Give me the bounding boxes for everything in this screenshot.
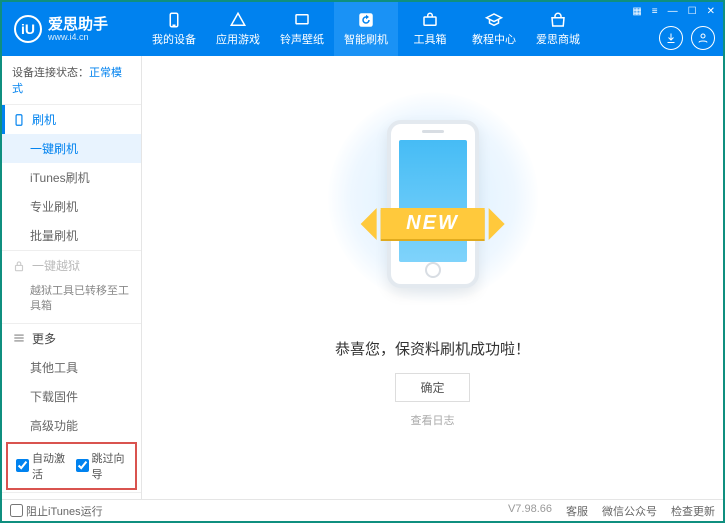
- nav-label: 爱思商城: [536, 31, 580, 47]
- section-jailbreak: 一键越狱: [2, 251, 141, 280]
- nav-label: 教程中心: [472, 31, 516, 47]
- device-status: 设备连接状态：正常模式: [2, 56, 141, 104]
- sidebar-other-tools[interactable]: 其他工具: [2, 353, 141, 382]
- nav-ringtones[interactable]: 铃声壁纸: [270, 2, 334, 56]
- check-skip-guide[interactable]: 跳过向导: [76, 450, 128, 482]
- lock-icon: [12, 259, 26, 273]
- toolbox-icon: [420, 11, 440, 29]
- sidebar-itunes-flash[interactable]: iTunes刷机: [2, 163, 141, 192]
- sidebar: 设备连接状态：正常模式 刷机 一键刷机 iTunes刷机 专业刷机 批量刷机 一…: [2, 56, 142, 499]
- close-icon[interactable]: ✕: [703, 4, 719, 19]
- check-label: 自动激活: [32, 450, 68, 482]
- section-title: 一键越狱: [32, 257, 80, 274]
- header-right: [659, 26, 715, 50]
- skip-guide-checkbox[interactable]: [76, 459, 89, 472]
- footer-bar: 阻止iTunes运行 V7.98.66 客服 微信公众号 检查更新: [2, 499, 723, 521]
- nav-label: 应用游戏: [216, 31, 260, 47]
- jailbreak-note: 越狱工具已转移至工具箱: [2, 280, 141, 323]
- sidebar-one-click-flash[interactable]: 一键刷机: [2, 134, 141, 163]
- download-icon: [665, 32, 677, 44]
- nav-label: 智能刷机: [344, 31, 388, 47]
- sidebar-download-fw[interactable]: 下载固件: [2, 382, 141, 411]
- app-header: iU 爱思助手 www.i4.cn 我的设备 应用游戏 铃声壁纸 智能刷机 工具…: [2, 2, 723, 56]
- maximize-icon[interactable]: ☐: [684, 4, 701, 19]
- update-link[interactable]: 检查更新: [671, 503, 715, 519]
- block-itunes-check[interactable]: 阻止iTunes运行: [10, 503, 103, 519]
- nav-label: 工具箱: [414, 31, 447, 47]
- user-icon: [697, 32, 709, 44]
- nav-label: 铃声壁纸: [280, 31, 324, 47]
- auto-activate-checkbox[interactable]: [16, 459, 29, 472]
- section-flash[interactable]: 刷机: [2, 105, 141, 134]
- wechat-link[interactable]: 微信公众号: [602, 503, 657, 519]
- sidebar-advanced[interactable]: 高级功能: [2, 411, 141, 440]
- new-banner: NEW: [380, 208, 485, 239]
- minimize-icon[interactable]: —: [664, 4, 682, 19]
- option-checks: 自动激活 跳过向导: [6, 442, 137, 490]
- block-itunes-checkbox[interactable]: [10, 504, 23, 517]
- cap-icon: [484, 11, 504, 29]
- phone-icon: [164, 11, 184, 29]
- ok-button[interactable]: 确定: [395, 373, 469, 402]
- nav-toolbox[interactable]: 工具箱: [398, 2, 462, 56]
- nav-smart-flash[interactable]: 智能刷机: [334, 2, 398, 56]
- success-illustration: NEW: [353, 108, 513, 308]
- settings-icon[interactable]: ≡: [648, 4, 662, 19]
- window-controls: ▦ ≡ — ☐ ✕: [624, 2, 723, 21]
- version-label: V7.98.66: [508, 503, 552, 519]
- download-button[interactable]: [659, 26, 683, 50]
- support-link[interactable]: 客服: [566, 503, 588, 519]
- top-nav: 我的设备 应用游戏 铃声壁纸 智能刷机 工具箱 教程中心 爱思商城: [142, 2, 590, 56]
- nav-apps-games[interactable]: 应用游戏: [206, 2, 270, 56]
- sidebar-batch-flash[interactable]: 批量刷机: [2, 221, 141, 250]
- wallpaper-icon: [292, 11, 312, 29]
- logo-area: iU 爱思助手 www.i4.cn: [2, 15, 142, 43]
- view-log-link[interactable]: 查看日志: [411, 412, 455, 428]
- app-name: 爱思助手: [48, 17, 108, 32]
- store-icon: [548, 11, 568, 29]
- nav-store[interactable]: 爱思商城: [526, 2, 590, 56]
- check-label: 阻止iTunes运行: [26, 503, 103, 519]
- main-panel: NEW 恭喜您，保资料刷机成功啦！ 确定 查看日志: [142, 56, 723, 499]
- section-title: 更多: [32, 330, 56, 347]
- menu-icon[interactable]: ▦: [628, 4, 645, 19]
- check-label: 跳过向导: [92, 450, 128, 482]
- logo-icon: iU: [14, 15, 42, 43]
- status-label: 设备连接状态：: [12, 67, 89, 79]
- account-button[interactable]: [691, 26, 715, 50]
- refresh-icon: [356, 11, 376, 29]
- sidebar-pro-flash[interactable]: 专业刷机: [2, 192, 141, 221]
- phone-small-icon: [12, 113, 26, 127]
- connected-device[interactable]: iPhone 12 mini 64GB Down-12mini-13,1: [2, 492, 141, 499]
- app-site: www.i4.cn: [48, 32, 108, 42]
- apps-icon: [228, 11, 248, 29]
- nav-label: 我的设备: [152, 31, 196, 47]
- section-title: 刷机: [32, 111, 56, 128]
- success-message: 恭喜您，保资料刷机成功啦！: [335, 338, 530, 359]
- nav-tutorials[interactable]: 教程中心: [462, 2, 526, 56]
- nav-my-device[interactable]: 我的设备: [142, 2, 206, 56]
- section-more[interactable]: 更多: [2, 324, 141, 353]
- list-icon: [12, 331, 26, 345]
- check-auto-activate[interactable]: 自动激活: [16, 450, 68, 482]
